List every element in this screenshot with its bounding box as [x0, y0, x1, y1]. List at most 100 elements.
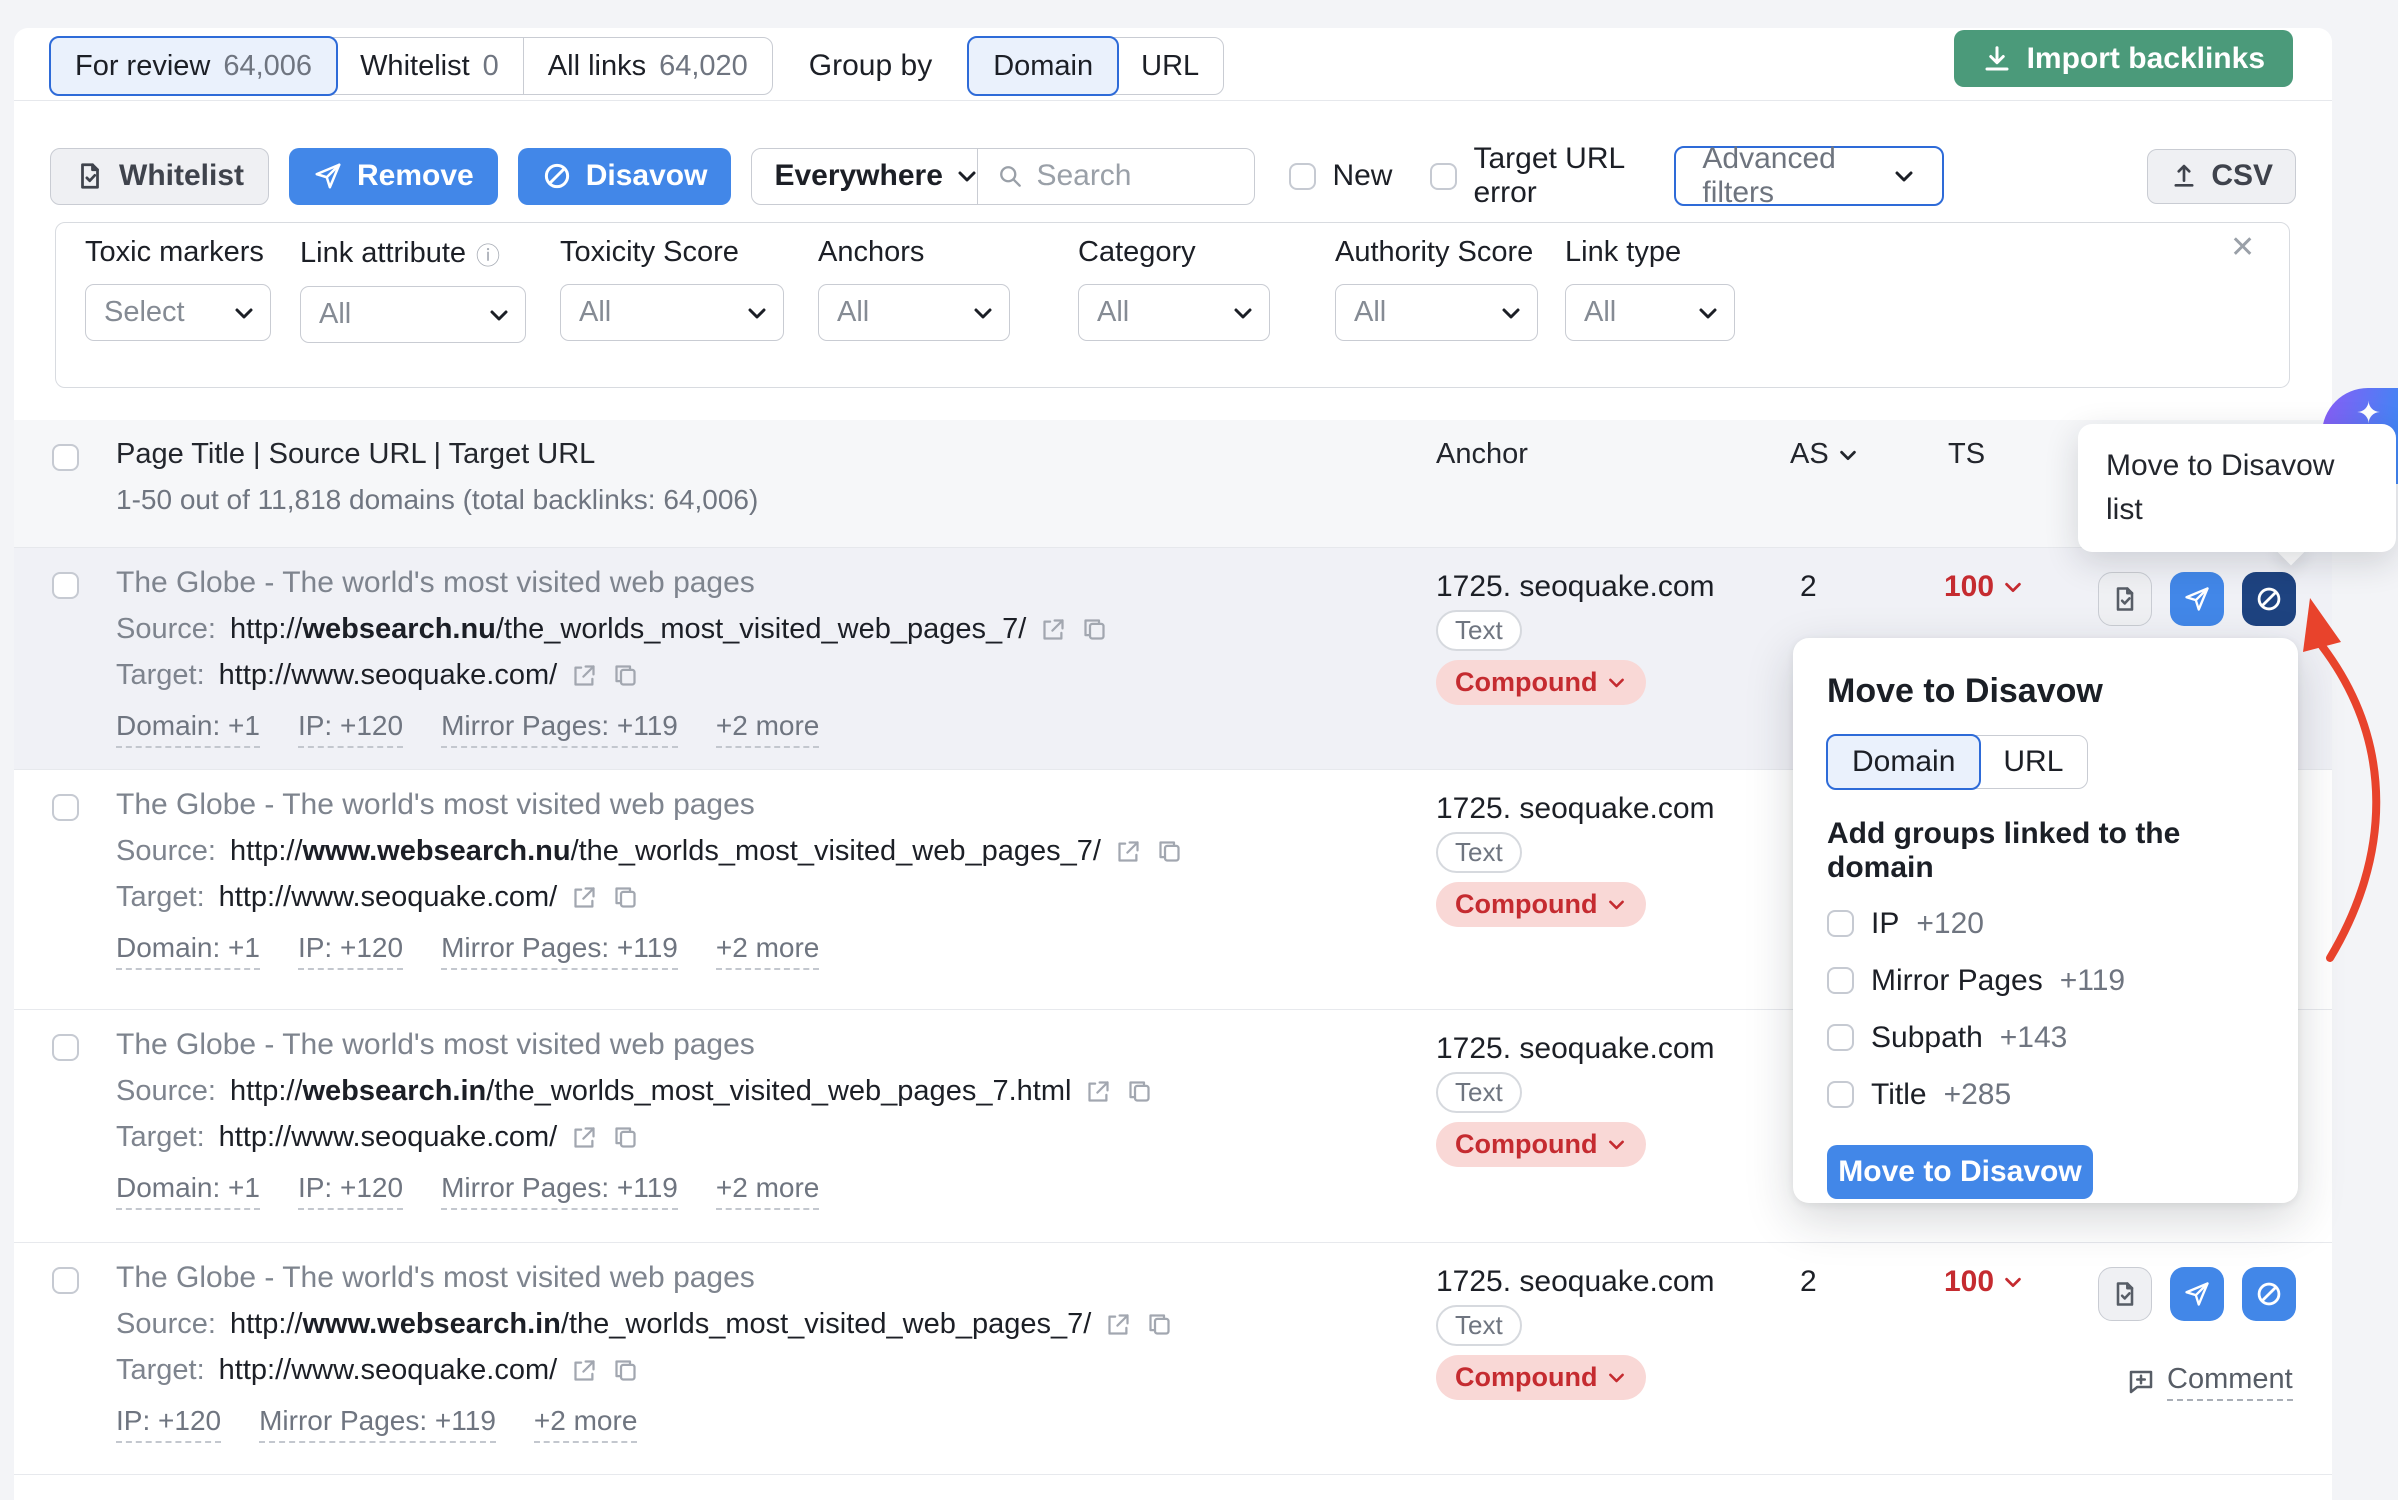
filter-link-type-select[interactable]: All [1565, 284, 1735, 341]
remove-button[interactable]: Remove [289, 148, 498, 205]
advanced-filters-button[interactable]: Advanced filters [1674, 146, 1944, 206]
filter-authority-score-label: Authority Score [1335, 236, 1533, 269]
disavow-button[interactable]: Disavow [518, 148, 732, 205]
row-whitelist-button[interactable] [2098, 572, 2152, 626]
filter-toxic-markers-select[interactable]: Select [85, 284, 271, 341]
popup-tab-domain[interactable]: Domain [1826, 734, 1981, 790]
group-tag[interactable]: Domain: +1 [116, 932, 260, 970]
popup-option-mirror-pages-checkbox[interactable] [1827, 967, 1854, 994]
popup-option-ip-checkbox[interactable] [1827, 910, 1854, 937]
toxicity-badge[interactable]: Compound [1436, 882, 1646, 927]
tab-whitelist[interactable]: Whitelist 0 [336, 38, 523, 94]
external-link-icon[interactable] [1105, 1311, 1132, 1338]
filter-category-select[interactable]: All [1078, 284, 1270, 341]
external-link-icon[interactable] [571, 1124, 598, 1151]
whitelist-button[interactable]: Whitelist [50, 148, 269, 205]
external-link-icon[interactable] [571, 662, 598, 689]
group-tag[interactable]: Mirror Pages: +119 [441, 1172, 678, 1210]
row-disavow-button[interactable] [2242, 1267, 2296, 1321]
paper-plane-icon [2183, 585, 2211, 613]
search-input[interactable] [1036, 159, 1236, 193]
filter-toxicity-score-select[interactable]: All [560, 284, 784, 341]
anchor-text: 1725. seoquake.com [1436, 1032, 1715, 1066]
external-link-icon[interactable] [1085, 1078, 1112, 1105]
group-by-domain[interactable]: Domain [967, 36, 1119, 96]
row-disavow-button[interactable] [2242, 572, 2296, 626]
column-as-sort[interactable]: AS [1790, 438, 1859, 471]
source-url[interactable]: http://www.websearch.nu/the_worlds_most_… [230, 835, 1101, 868]
search-box [978, 159, 1254, 193]
target-url[interactable]: http://www.seoquake.com/ [219, 1354, 558, 1387]
comment-plus-icon [2126, 1367, 2156, 1397]
disavow-tooltip: Move to Disavow list [2078, 424, 2396, 552]
group-tag[interactable]: IP: +120 [298, 710, 403, 748]
toxicity-badge[interactable]: Compound [1436, 1122, 1646, 1167]
row-checkbox[interactable] [52, 572, 79, 599]
new-checkbox[interactable] [1289, 163, 1316, 190]
popup-move-to-disavow-button[interactable]: Move to Disavow [1827, 1145, 2093, 1199]
row-whitelist-button[interactable] [2098, 1267, 2152, 1321]
target-url-error-checkbox[interactable] [1430, 163, 1457, 190]
popup-tab-url[interactable]: URL [1979, 736, 2087, 788]
group-tag[interactable]: Mirror Pages: +119 [259, 1405, 496, 1443]
popup-option-title: Title +285 [1827, 1066, 2264, 1123]
source-label: Source: [116, 835, 216, 868]
external-link-icon[interactable] [1115, 838, 1142, 865]
popup-option-subpath-checkbox[interactable] [1827, 1024, 1854, 1051]
row-checkbox[interactable] [52, 794, 79, 821]
group-tag[interactable]: +2 more [716, 932, 820, 970]
select-all-checkbox[interactable] [52, 444, 79, 471]
scope-select[interactable]: Everywhere [752, 149, 978, 204]
row-checkbox[interactable] [52, 1267, 79, 1294]
import-backlinks-button[interactable]: Import backlinks [1954, 30, 2293, 87]
group-tag[interactable]: IP: +120 [298, 1172, 403, 1210]
comment-link[interactable]: Comment [2126, 1363, 2293, 1401]
copy-icon[interactable] [1146, 1311, 1173, 1338]
source-url[interactable]: http://websearch.in/the_worlds_most_visi… [230, 1075, 1071, 1108]
toxicity-badge[interactable]: Compound [1436, 1355, 1646, 1400]
group-tag[interactable]: +2 more [716, 1172, 820, 1210]
group-tag[interactable]: Domain: +1 [116, 710, 260, 748]
external-link-icon[interactable] [571, 884, 598, 911]
source-url[interactable]: http://www.websearch.in/the_worlds_most_… [230, 1308, 1091, 1341]
source-url[interactable]: http://websearch.nu/the_worlds_most_visi… [230, 613, 1026, 646]
external-link-icon[interactable] [571, 1357, 598, 1384]
target-url[interactable]: http://www.seoquake.com/ [219, 881, 558, 914]
group-tag[interactable]: IP: +120 [116, 1405, 221, 1443]
row-remove-button[interactable] [2170, 572, 2224, 626]
group-tag[interactable]: +2 more [534, 1405, 638, 1443]
toxicity-score-value[interactable]: 100 [1944, 570, 2024, 604]
info-icon[interactable]: ⓘ [476, 236, 500, 271]
group-tag[interactable]: Mirror Pages: +119 [441, 932, 678, 970]
close-filters-icon[interactable]: ✕ [2230, 230, 2255, 265]
external-link-icon[interactable] [1040, 616, 1067, 643]
tab-all-links[interactable]: All links 64,020 [523, 38, 772, 94]
group-tag[interactable]: Mirror Pages: +119 [441, 710, 678, 748]
export-csv-button[interactable]: CSV [2147, 149, 2296, 204]
target-url[interactable]: http://www.seoquake.com/ [219, 659, 558, 692]
filter-toxicity-score: Toxicity Score All [560, 236, 784, 341]
toxicity-badge[interactable]: Compound [1436, 660, 1646, 705]
group-tag[interactable]: Domain: +1 [116, 1172, 260, 1210]
filter-anchors-select[interactable]: All [818, 284, 1010, 341]
group-tag[interactable]: +2 more [716, 710, 820, 748]
copy-icon[interactable] [1081, 616, 1108, 643]
copy-icon[interactable] [612, 1357, 639, 1384]
copy-icon[interactable] [1126, 1078, 1153, 1105]
group-by-url[interactable]: URL [1117, 38, 1223, 94]
target-url[interactable]: http://www.seoquake.com/ [219, 1121, 558, 1154]
disavow-button-label: Disavow [586, 159, 708, 193]
filter-link-attribute-select[interactable]: All [300, 286, 526, 343]
tab-for-review[interactable]: For review 64,006 [49, 36, 338, 96]
group-tag[interactable]: IP: +120 [298, 932, 403, 970]
row-checkbox[interactable] [52, 1034, 79, 1061]
copy-icon[interactable] [612, 884, 639, 911]
copy-icon[interactable] [1156, 838, 1183, 865]
no-entry-icon [2255, 1280, 2283, 1308]
row-remove-button[interactable] [2170, 1267, 2224, 1321]
filter-authority-score-select[interactable]: All [1335, 284, 1538, 341]
copy-icon[interactable] [612, 662, 639, 689]
copy-icon[interactable] [612, 1124, 639, 1151]
toxicity-score-value[interactable]: 100 [1944, 1265, 2024, 1299]
popup-option-title-checkbox[interactable] [1827, 1081, 1854, 1108]
